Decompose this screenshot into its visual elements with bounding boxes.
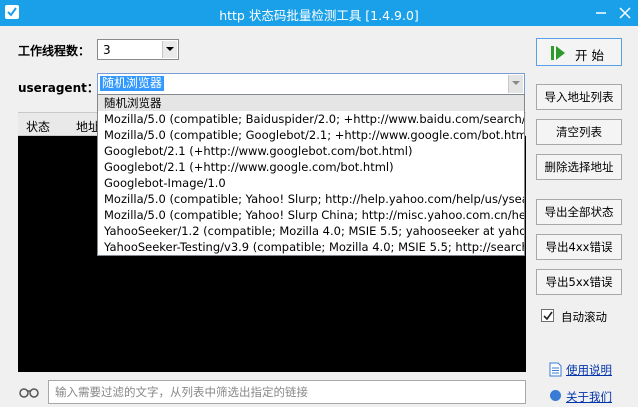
play-icon (551, 46, 565, 60)
column-header-status[interactable]: 状态 (26, 118, 50, 135)
dropdown-option[interactable]: YahooSeeker-Testing/v3.9 (compatible; Mo… (98, 239, 524, 255)
start-button-label: 开 始 (575, 48, 604, 63)
title-bar: http 状态码批量检测工具 [1.4.9.0] (0, 0, 638, 26)
chevron-down-icon (512, 81, 520, 85)
dropdown-option[interactable]: Mozilla/5.0 (compatible; Googlebot/2.1; … (98, 127, 524, 143)
info-icon (550, 390, 561, 401)
minimize-button[interactable] (588, 0, 614, 26)
dropdown-option[interactable]: Googlebot/2.1 (+http://www.google.com/bo… (98, 159, 524, 175)
dropdown-option[interactable]: Googlebot-Image/1.0 (98, 175, 524, 191)
document-icon (549, 362, 562, 377)
autoscroll-label[interactable]: 自动滚动 (561, 309, 607, 325)
close-icon (619, 7, 631, 19)
binoculars-icon (19, 388, 39, 398)
export-all-button[interactable]: 导出全部状态 (536, 199, 622, 225)
dropdown-option[interactable]: 随机浏览器 (98, 95, 524, 111)
useragent-label: useragent： (18, 81, 99, 95)
dropdown-option[interactable]: Mozilla/5.0 (compatible; Yahoo! Slurp; h… (98, 191, 524, 207)
filter-input[interactable]: 输入需要过滤的文字，从列表中筛选出指定的链接 (48, 380, 526, 404)
useragent-value: 随机浏览器 (100, 76, 165, 91)
chevron-down-icon (166, 47, 174, 51)
threads-label: 工作线程数： (18, 44, 91, 58)
import-urls-button[interactable]: 导入地址列表 (536, 84, 622, 110)
checkmark-icon (543, 311, 553, 321)
start-button[interactable]: 开 始 (536, 38, 622, 66)
dropdown-option[interactable]: Mozilla/5.0 (compatible; Baiduspider/2.0… (98, 111, 524, 127)
export-4xx-button[interactable]: 导出4xx错误 (536, 234, 622, 260)
window-title: http 状态码批量检测工具 [1.4.9.0] (219, 8, 419, 23)
useragent-select[interactable]: 随机浏览器 (97, 73, 525, 95)
threads-select[interactable]: 3 (97, 39, 179, 60)
threads-dropdown-button[interactable] (162, 41, 177, 58)
help-link[interactable]: 使用说明 (566, 362, 612, 378)
useragent-dropdown-button[interactable] (508, 75, 523, 93)
autoscroll-checkbox[interactable] (541, 309, 554, 322)
dropdown-option[interactable]: Mozilla/5.0 (compatible; Yahoo! Slurp Ch… (98, 207, 524, 223)
dropdown-option[interactable]: Googlebot/2.1 (+http://www.googlebot.com… (98, 143, 524, 159)
clear-list-button[interactable]: 清空列表 (536, 119, 622, 145)
useragent-dropdown-list[interactable]: 随机浏览器 Mozilla/5.0 (compatible; Baiduspid… (97, 94, 525, 256)
threads-value: 3 (103, 43, 111, 57)
delete-selected-button[interactable]: 删除选择地址 (536, 154, 622, 180)
filter-row: 输入需要过滤的文字，从列表中筛选出指定的链接 (18, 380, 526, 404)
dropdown-option[interactable]: YahooSeeker/1.2 (compatible; Mozilla 4.0… (98, 223, 524, 239)
about-link[interactable]: 关于我们 (566, 389, 612, 405)
minimize-icon (596, 12, 606, 14)
export-5xx-button[interactable]: 导出5xx错误 (536, 269, 622, 295)
close-button[interactable] (612, 0, 638, 26)
